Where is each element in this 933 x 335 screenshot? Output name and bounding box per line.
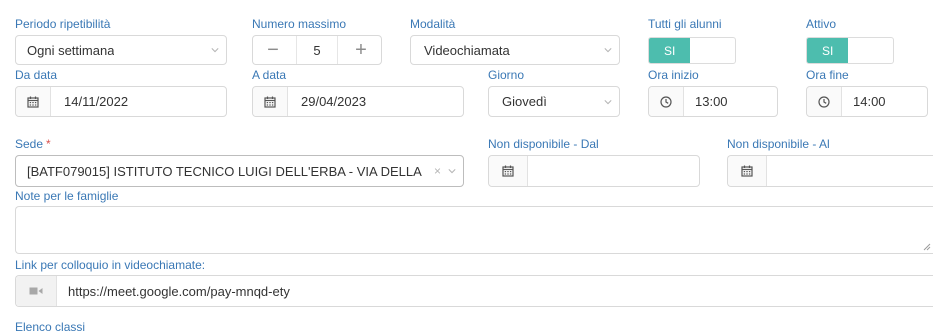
numero-value[interactable]: 5 [296,36,338,64]
note-value [16,207,38,219]
note-textarea[interactable] [15,206,933,254]
video-camera-icon [16,276,57,306]
chevron-down-icon [604,99,612,104]
non-disponibile-dal-label: Non disponibile - Dal [488,137,599,151]
chevron-down-icon [604,48,612,53]
a-data-input[interactable]: 29/04/2023 [252,86,464,117]
modalita-value: Videochiamata [424,42,510,58]
link-value: https://meet.google.com/pay-mnqd-ety [68,283,290,299]
periodo-value: Ogni settimana [27,42,115,58]
tutti-alunni-toggle[interactable]: SI [648,37,736,64]
giorno-value: Giovedì [502,94,547,109]
elenco-classi-label: Elenco classi [15,320,86,334]
modalita-select[interactable]: Videochiamata [410,35,620,65]
ora-inizio-input[interactable]: 13:00 [648,86,778,117]
attivo-toggle[interactable]: SI [806,37,894,64]
ora-fine-value: 14:00 [853,94,886,109]
sede-label-text: Sede [15,137,44,151]
clock-icon[interactable] [649,87,684,116]
toggle-on-label: SI [807,38,849,63]
increment-button[interactable]: + [341,36,381,64]
clock-icon[interactable] [807,87,842,116]
chevron-down-icon [448,169,456,174]
periodo-select[interactable]: Ogni settimana [15,35,227,65]
giorno-label: Giorno [488,68,525,82]
calendar-icon[interactable] [253,87,288,116]
note-label: Note per le famiglie [15,189,119,203]
sede-value: [BATF079015] ISTITUTO TECNICO LUIGI DELL… [27,163,422,179]
toggle-on-label: SI [649,38,691,63]
link-label: Link per colloquio in videochiamate: [15,258,206,272]
calendar-icon[interactable] [16,87,51,116]
ora-inizio-label: Ora inizio [648,68,699,82]
decrement-button[interactable]: − [253,36,293,64]
sede-label: Sede * [15,137,51,151]
calendar-icon[interactable] [728,156,767,186]
sede-select[interactable]: [BATF079015] ISTITUTO TECNICO LUIGI DELL… [15,155,464,187]
ora-inizio-value: 13:00 [695,94,728,109]
attivo-label: Attivo [806,17,837,31]
da-data-label: Da data [15,68,58,82]
modalita-label: Modalità [410,17,456,31]
periodo-label: Periodo ripetibilità [15,17,111,31]
chevron-down-icon [211,48,219,53]
numero-label: Numero massimo [252,17,347,31]
ora-fine-input[interactable]: 14:00 [806,86,928,117]
da-data-value: 14/11/2022 [64,94,129,109]
non-disponibile-dal-input[interactable] [488,155,700,187]
a-data-value: 29/04/2023 [301,94,367,109]
ora-fine-label: Ora fine [806,68,849,82]
tutti-alunni-label: Tutti gli alunni [648,17,722,31]
numero-stepper[interactable]: − 5 + [252,35,382,65]
required-marker: * [46,137,51,151]
link-input[interactable]: https://meet.google.com/pay-mnqd-ety [15,275,933,307]
giorno-select[interactable]: Giovedì [488,86,620,117]
da-data-input[interactable]: 14/11/2022 [15,86,227,117]
resize-handle-icon[interactable] [923,243,931,251]
calendar-icon[interactable] [489,156,528,186]
a-data-label: A data [252,68,287,82]
clear-icon[interactable]: × [434,164,441,178]
non-disponibile-al-input[interactable] [727,155,933,187]
non-disponibile-al-label: Non disponibile - Al [727,137,830,151]
